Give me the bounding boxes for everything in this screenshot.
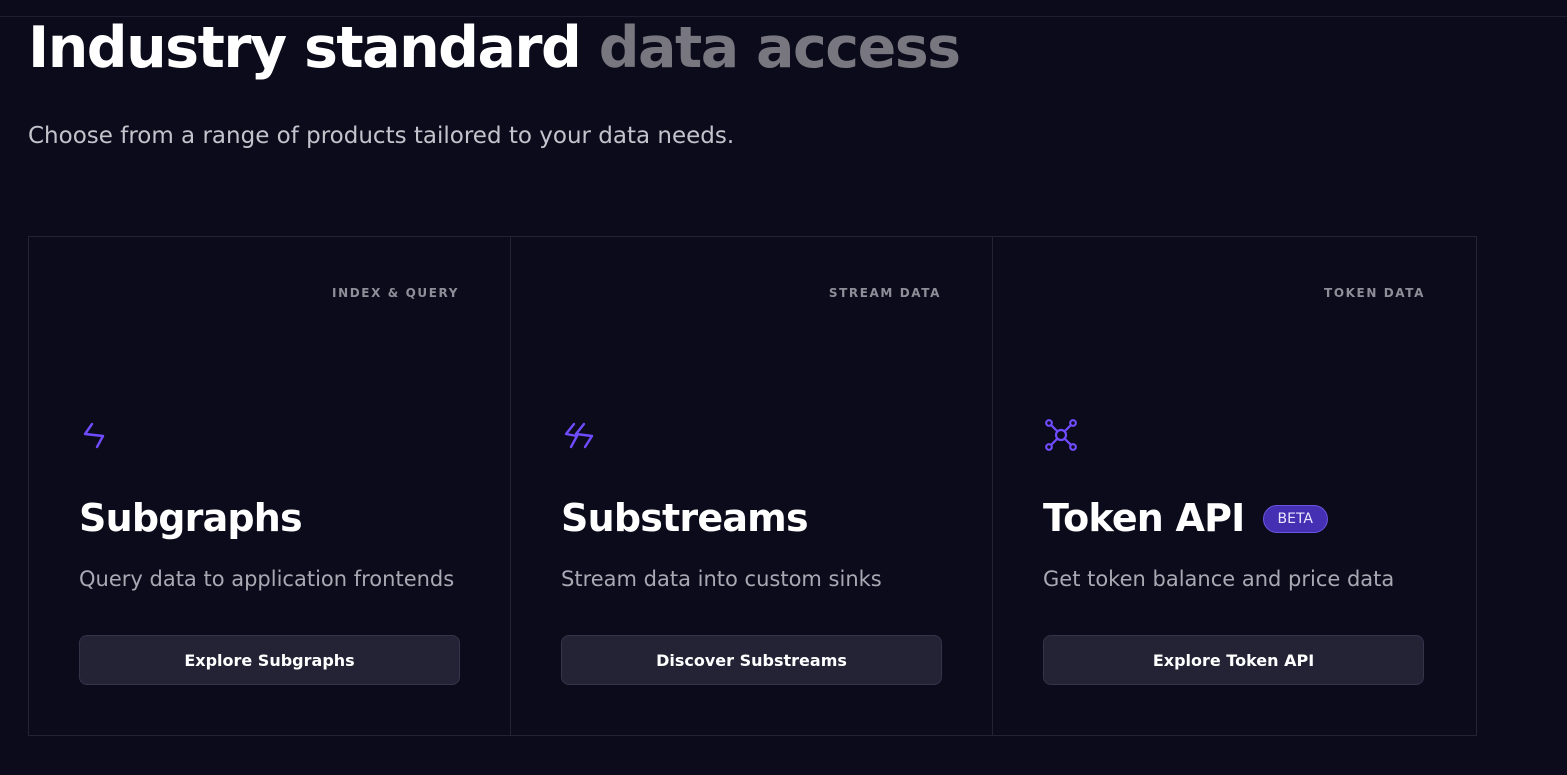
card-title-row: Token API BETA [1043, 493, 1328, 543]
product-card-subgraphs: INDEX & QUERY Subgraphs Query data to ap… [29, 237, 511, 735]
product-card-token-api: TOKEN DATA Token API BETA Get token bala… [993, 237, 1476, 735]
card-description: Stream data into custom sinks [561, 567, 882, 591]
card-title-row: Subgraphs [79, 493, 303, 543]
network-nodes-icon [1045, 419, 1077, 451]
substreams-double-bolt-icon [564, 422, 594, 449]
subgraphs-bolt-icon [83, 422, 105, 449]
beta-badge: BETA [1262, 505, 1328, 533]
product-grid: INDEX & QUERY Subgraphs Query data to ap… [28, 236, 1477, 736]
card-tag: TOKEN DATA [1324, 286, 1425, 300]
card-title: Token API [1043, 496, 1245, 540]
product-card-substreams: STREAM DATA Substreams Stream data into … [511, 237, 993, 735]
card-tag: STREAM DATA [828, 286, 941, 300]
card-title-row: Substreams [561, 493, 809, 543]
discover-substreams-button[interactable]: Discover Substreams [561, 635, 942, 685]
card-description: Query data to application frontends [79, 567, 455, 591]
card-tag: INDEX & QUERY [332, 286, 459, 300]
heading-main: Industry standard [28, 15, 582, 81]
section-subtitle: Choose from a range of products tailored… [28, 123, 735, 149]
section-heading: Industry standard data access [28, 8, 961, 88]
card-title: Subgraphs [79, 496, 303, 540]
card-description: Get token balance and price data [1043, 567, 1395, 591]
explore-subgraphs-button[interactable]: Explore Subgraphs [79, 635, 460, 685]
explore-token-api-button[interactable]: Explore Token API [1043, 635, 1424, 685]
card-title: Substreams [561, 496, 809, 540]
heading-dim: data access [598, 15, 961, 81]
